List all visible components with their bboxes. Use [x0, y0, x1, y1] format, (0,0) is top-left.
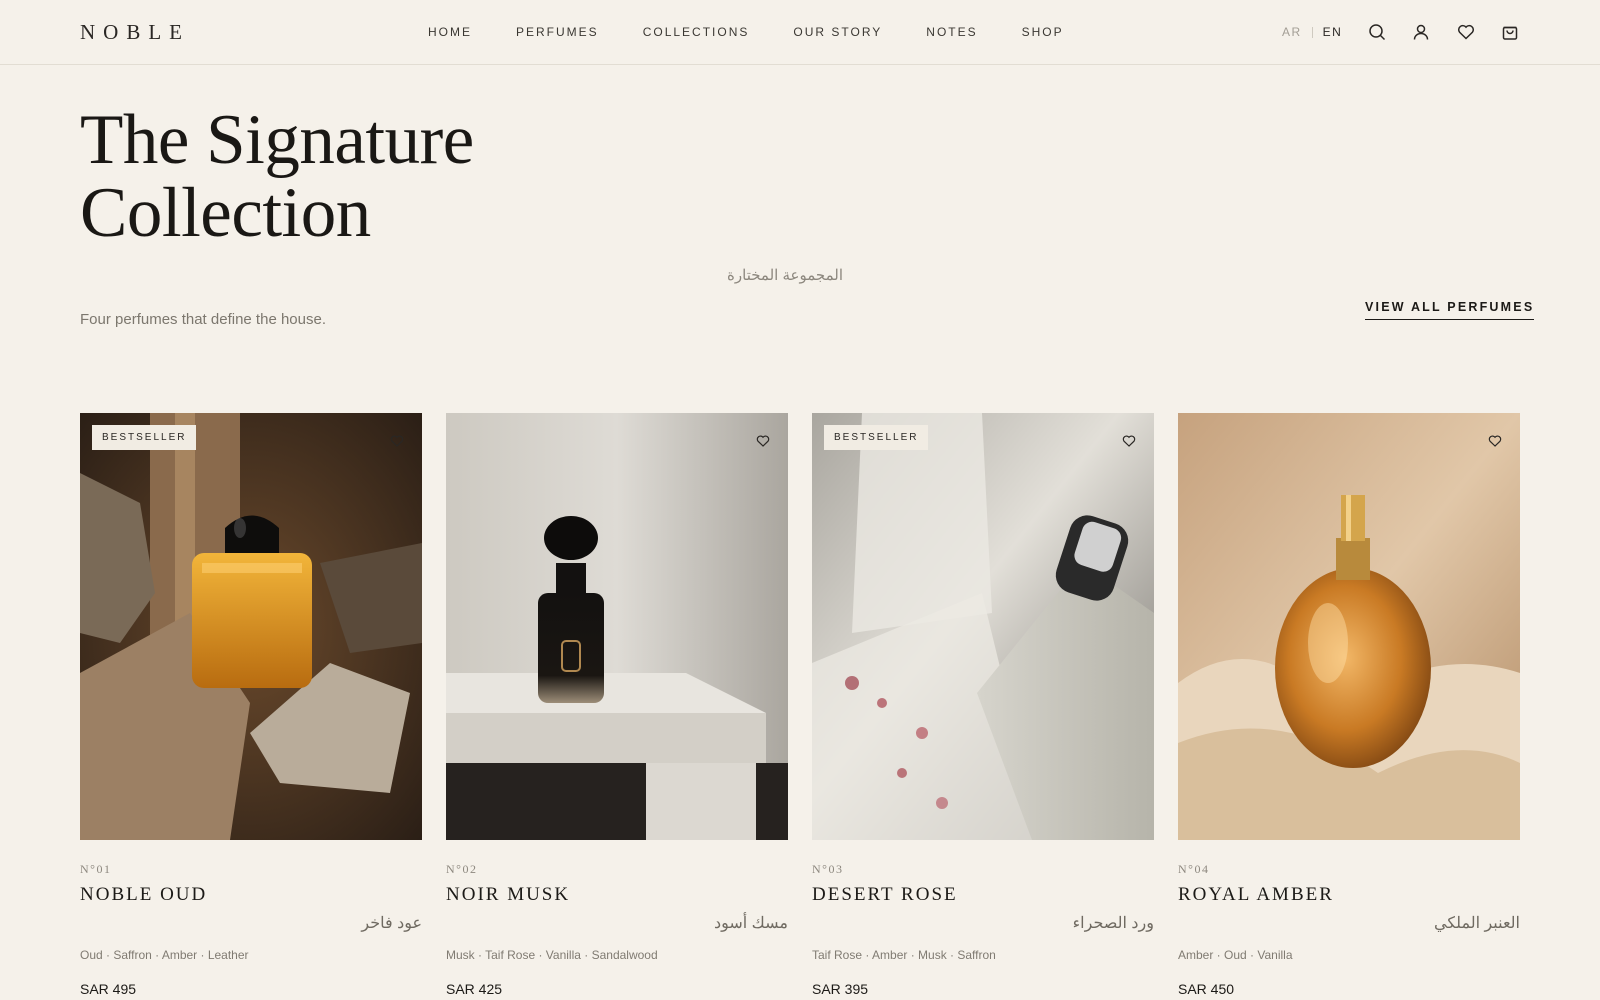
nav-notes[interactable]: NOTES — [926, 25, 977, 39]
bestseller-badge: BESTSELLER — [92, 425, 197, 450]
main-nav: HOME PERFUMES COLLECTIONS OUR STORY NOTE… — [428, 25, 1108, 39]
title-line-1: The Signature — [80, 101, 474, 179]
product-arabic-name: العنبر الملكي — [1433, 915, 1520, 932]
site-header: NOBLE HOME PERFUMES COLLECTIONS OUR STOR… — [0, 0, 1600, 65]
product-arabic-name: ورد الصحراء — [1072, 915, 1154, 932]
product-number: N°04 — [1178, 862, 1210, 876]
product-card[interactable]: BESTSELLER N°01 NOBLE OUD عود فاخر Oud ·… — [80, 413, 422, 997]
lang-ar[interactable]: AR — [1282, 25, 1302, 39]
product-notes: Musk · Taif Rose · Vanilla · Sandalwood — [446, 948, 658, 962]
arabic-subtitle: المجموعة المختارة — [727, 267, 843, 284]
account-icon[interactable] — [1412, 23, 1430, 41]
product-image[interactable]: BESTSELLER — [812, 413, 1154, 840]
lang-en[interactable]: EN — [1323, 25, 1343, 39]
product-name[interactable]: NOIR MUSK — [446, 884, 570, 906]
wishlist-icon[interactable] — [756, 434, 770, 448]
product-price: SAR 395 — [812, 981, 869, 997]
wishlist-icon[interactable] — [1122, 434, 1136, 448]
title-line-2: Collection — [80, 174, 371, 252]
product-arabic-name: مسك أسود — [713, 915, 788, 932]
product-name[interactable]: ROYAL AMBER — [1178, 884, 1334, 906]
product-price: SAR 450 — [1178, 981, 1235, 997]
search-icon[interactable] — [1368, 23, 1386, 41]
cart-icon[interactable] — [1501, 23, 1519, 41]
product-image[interactable] — [446, 413, 788, 840]
wishlist-icon[interactable] — [390, 434, 404, 448]
product-card[interactable]: BESTSELLER N°03 DESERT ROSE ورد الصحراء … — [812, 413, 1154, 997]
language-switcher: AR EN — [1282, 25, 1342, 39]
product-price: SAR 425 — [446, 981, 503, 997]
product-number: N°01 — [80, 862, 112, 876]
product-image[interactable] — [1178, 413, 1520, 840]
product-name[interactable]: DESERT ROSE — [812, 884, 958, 906]
wishlist-icon[interactable] — [1488, 434, 1502, 448]
product-price: SAR 495 — [80, 981, 137, 997]
product-name[interactable]: NOBLE OUD — [80, 884, 207, 906]
nav-home[interactable]: HOME — [428, 25, 472, 39]
wishlist-icon[interactable] — [1457, 23, 1475, 41]
page-title: The Signature Collection — [80, 104, 474, 250]
nav-our-story[interactable]: OUR STORY — [793, 25, 882, 39]
product-card[interactable]: N°04 ROYAL AMBER العنبر الملكي Amber · O… — [1178, 413, 1520, 997]
product-notes: Taif Rose · Amber · Musk · Saffron — [812, 948, 996, 962]
nav-perfumes[interactable]: PERFUMES — [516, 25, 599, 39]
product-number: N°03 — [812, 862, 844, 876]
product-card[interactable]: N°02 NOIR MUSK مسك أسود Musk · Taif Rose… — [446, 413, 788, 997]
product-image[interactable]: BESTSELLER — [80, 413, 422, 840]
product-number: N°02 — [446, 862, 478, 876]
nav-collections[interactable]: COLLECTIONS — [643, 25, 750, 39]
tagline: Four perfumes that define the house. — [80, 311, 326, 328]
bestseller-badge: BESTSELLER — [824, 425, 929, 450]
view-all-perfumes-link[interactable]: VIEW ALL PERFUMES — [1365, 300, 1535, 320]
product-arabic-name: عود فاخر — [361, 915, 422, 932]
nav-shop[interactable]: SHOP — [1022, 25, 1064, 39]
logo[interactable]: NOBLE — [80, 20, 190, 45]
product-notes: Oud · Saffron · Amber · Leather — [80, 948, 249, 962]
product-notes: Amber · Oud · Vanilla — [1178, 948, 1293, 962]
lang-divider — [1311, 26, 1313, 38]
